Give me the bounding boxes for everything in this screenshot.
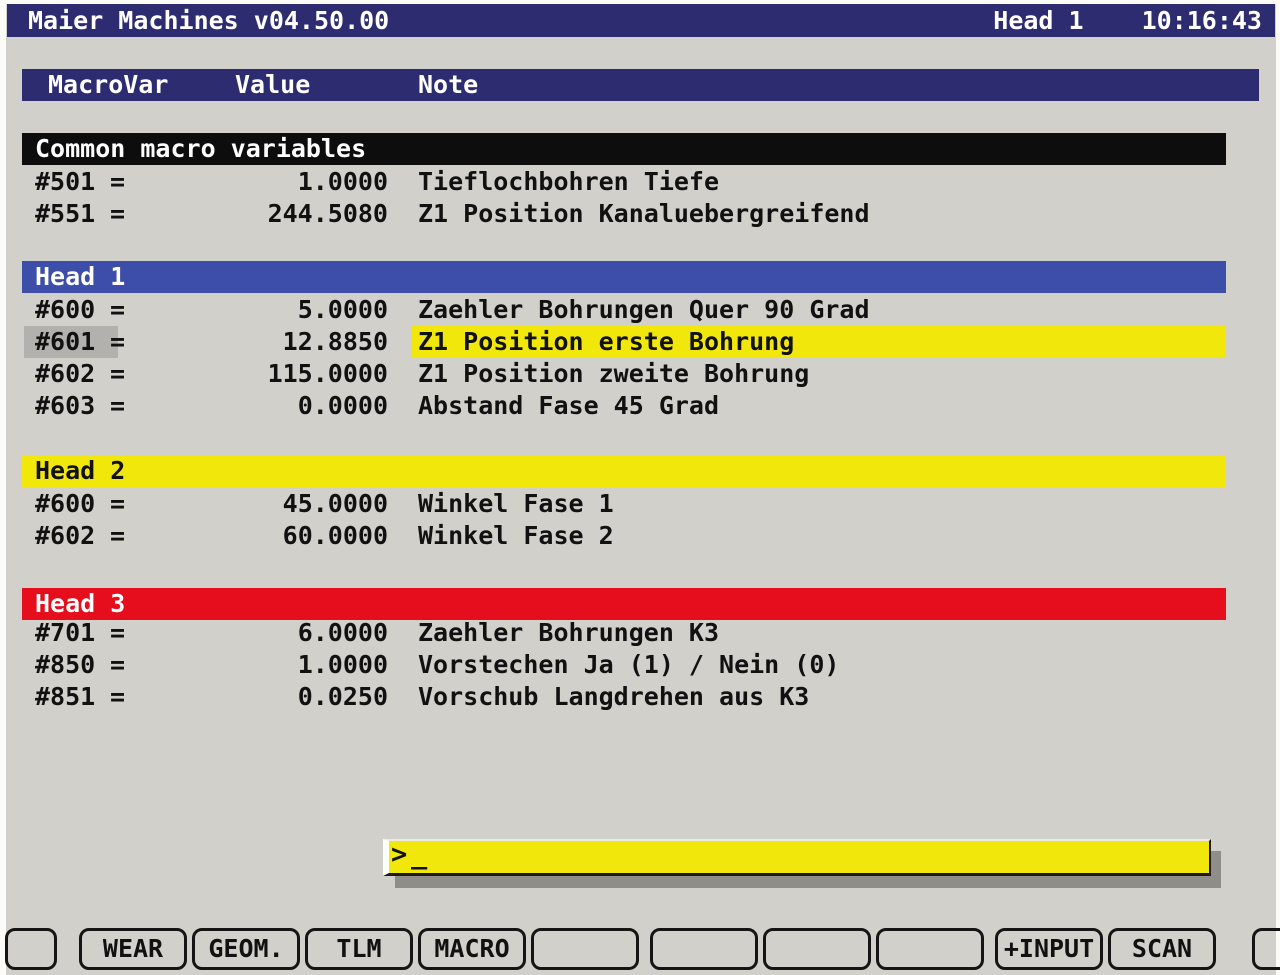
value-cell[interactable]: 115.0000 <box>172 358 388 390</box>
equals-sign: = <box>110 166 125 198</box>
equals-sign: = <box>110 681 125 713</box>
section-header-head2: Head 2 <box>22 455 1226 487</box>
macrovar-cell[interactable]: #602 <box>35 520 95 552</box>
macro-row-601-selected[interactable]: #601 = 12.8850 Z1 Position erste Bohrung <box>22 326 1226 358</box>
active-head-indicator: Head 1 <box>993 4 1083 37</box>
value-cell[interactable]: 60.0000 <box>172 520 388 552</box>
column-macrovar: MacroVar <box>48 69 168 101</box>
macrovar-cell[interactable]: #850 <box>35 649 95 681</box>
note-cell: Vorschub Langdrehen aus K3 <box>418 681 809 713</box>
section-title: Head 3 <box>35 588 125 620</box>
column-value: Value <box>235 69 310 101</box>
equals-sign: = <box>110 294 125 326</box>
softkey-wear[interactable]: WEAR <box>79 928 187 970</box>
macrovar-cell[interactable]: #501 <box>35 166 95 198</box>
softkey-blank-right[interactable] <box>1252 928 1280 970</box>
note-cell: Z1 Position Kanaluebergreifend <box>418 198 870 230</box>
macrovar-cell[interactable]: #603 <box>35 390 95 422</box>
macro-row-603[interactable]: #603 = 0.0000 Abstand Fase 45 Grad <box>22 390 1226 422</box>
softkey-macro[interactable]: MACRO <box>418 928 526 970</box>
softkey-empty-3[interactable] <box>763 928 871 970</box>
macrovar-cell[interactable]: #551 <box>35 198 95 230</box>
equals-sign: = <box>110 649 125 681</box>
value-cell[interactable]: 244.5080 <box>172 198 388 230</box>
note-cell: Zaehler Bohrungen K3 <box>418 617 719 649</box>
softkey-bar: WEAR GEOM. TLM MACRO +INPUT SCAN <box>0 928 1280 970</box>
title-bar: Maier Machines v04.50.00 Head 1 10:16:43 <box>7 4 1275 37</box>
section-header-head1: Head 1 <box>22 261 1226 293</box>
macrovar-cell-cursor[interactable]: #601 <box>24 326 118 358</box>
note-cell: Tieflochbohren Tiefe <box>418 166 719 198</box>
value-cell[interactable]: 5.0000 <box>172 294 388 326</box>
macro-row-701[interactable]: #701 = 6.0000 Zaehler Bohrungen K3 <box>22 617 1226 649</box>
value-cell[interactable]: 1.0000 <box>172 649 388 681</box>
table-header: MacroVar Value Note <box>22 69 1259 101</box>
crt-screen: Maier Machines v04.50.00 Head 1 10:16:43… <box>0 0 1280 975</box>
note-cell-highlight: Z1 Position erste Bohrung <box>412 326 1226 358</box>
macro-row-602-h1[interactable]: #602 = 115.0000 Z1 Position zweite Bohru… <box>22 358 1226 390</box>
macro-row-850[interactable]: #850 = 1.0000 Vorstechen Ja (1) / Nein (… <box>22 649 1226 681</box>
softkey-tlm[interactable]: TLM <box>305 928 413 970</box>
softkey-empty-4[interactable] <box>876 928 984 970</box>
macro-row-501[interactable]: #501 = 1.0000 Tieflochbohren Tiefe <box>22 166 1226 198</box>
prompt-icon: > <box>391 839 407 871</box>
equals-sign: = <box>110 358 125 390</box>
section-title: Head 1 <box>35 261 125 293</box>
command-bar-shadow <box>1211 851 1221 888</box>
note-cell: Vorstechen Ja (1) / Nein (0) <box>418 649 839 681</box>
section-title: Head 2 <box>35 455 125 487</box>
column-note: Note <box>418 69 478 101</box>
softkey-scan[interactable]: SCAN <box>1108 928 1216 970</box>
macrovar-cell[interactable]: #851 <box>35 681 95 713</box>
equals-sign: = <box>110 488 125 520</box>
caret-cursor: _ <box>411 839 427 871</box>
equals-sign: = <box>110 520 125 552</box>
value-cell[interactable]: 0.0000 <box>172 390 388 422</box>
value-cell[interactable]: 12.8850 <box>172 326 388 358</box>
macrovar-cell[interactable]: #701 <box>35 617 95 649</box>
note-cell: Zaehler Bohrungen Quer 90 Grad <box>418 294 870 326</box>
command-bar-shadow <box>395 876 1221 888</box>
command-input[interactable]: > _ <box>383 839 1211 876</box>
softkey-geom[interactable]: GEOM. <box>192 928 300 970</box>
section-header-common: Common macro variables <box>22 133 1226 165</box>
section-header-head3: Head 3 <box>22 588 1226 620</box>
clock: 10:16:43 <box>1142 4 1262 37</box>
equals-sign: = <box>110 326 125 358</box>
softkey-blank-left[interactable] <box>5 928 57 970</box>
section-title: Common macro variables <box>35 133 366 165</box>
note-cell: Z1 Position zweite Bohrung <box>418 358 809 390</box>
macro-row-600-h2[interactable]: #600 = 45.0000 Winkel Fase 1 <box>22 488 1226 520</box>
value-cell[interactable]: 45.0000 <box>172 488 388 520</box>
macro-row-851[interactable]: #851 = 0.0250 Vorschub Langdrehen aus K3 <box>22 681 1226 713</box>
app-title: Maier Machines v04.50.00 <box>28 4 389 37</box>
softkey-empty-1[interactable] <box>531 928 639 970</box>
equals-sign: = <box>110 198 125 230</box>
note-cell: Winkel Fase 1 <box>418 488 614 520</box>
softkey-empty-2[interactable] <box>650 928 758 970</box>
macro-row-600-h1[interactable]: #600 = 5.0000 Zaehler Bohrungen Quer 90 … <box>22 294 1226 326</box>
value-cell[interactable]: 6.0000 <box>172 617 388 649</box>
value-cell[interactable]: 1.0000 <box>172 166 388 198</box>
value-cell[interactable]: 0.0250 <box>172 681 388 713</box>
equals-sign: = <box>110 390 125 422</box>
macrovar-cell[interactable]: #602 <box>35 358 95 390</box>
macro-row-602-h2[interactable]: #602 = 60.0000 Winkel Fase 2 <box>22 520 1226 552</box>
equals-sign: = <box>110 617 125 649</box>
softkey-plus-input[interactable]: +INPUT <box>995 928 1103 970</box>
macrovar-cell[interactable]: #600 <box>35 294 95 326</box>
note-cell: Winkel Fase 2 <box>418 520 614 552</box>
macrovar-cell[interactable]: #600 <box>35 488 95 520</box>
note-cell: Abstand Fase 45 Grad <box>418 390 719 422</box>
macro-row-551[interactable]: #551 = 244.5080 Z1 Position Kanaluebergr… <box>22 198 1226 230</box>
